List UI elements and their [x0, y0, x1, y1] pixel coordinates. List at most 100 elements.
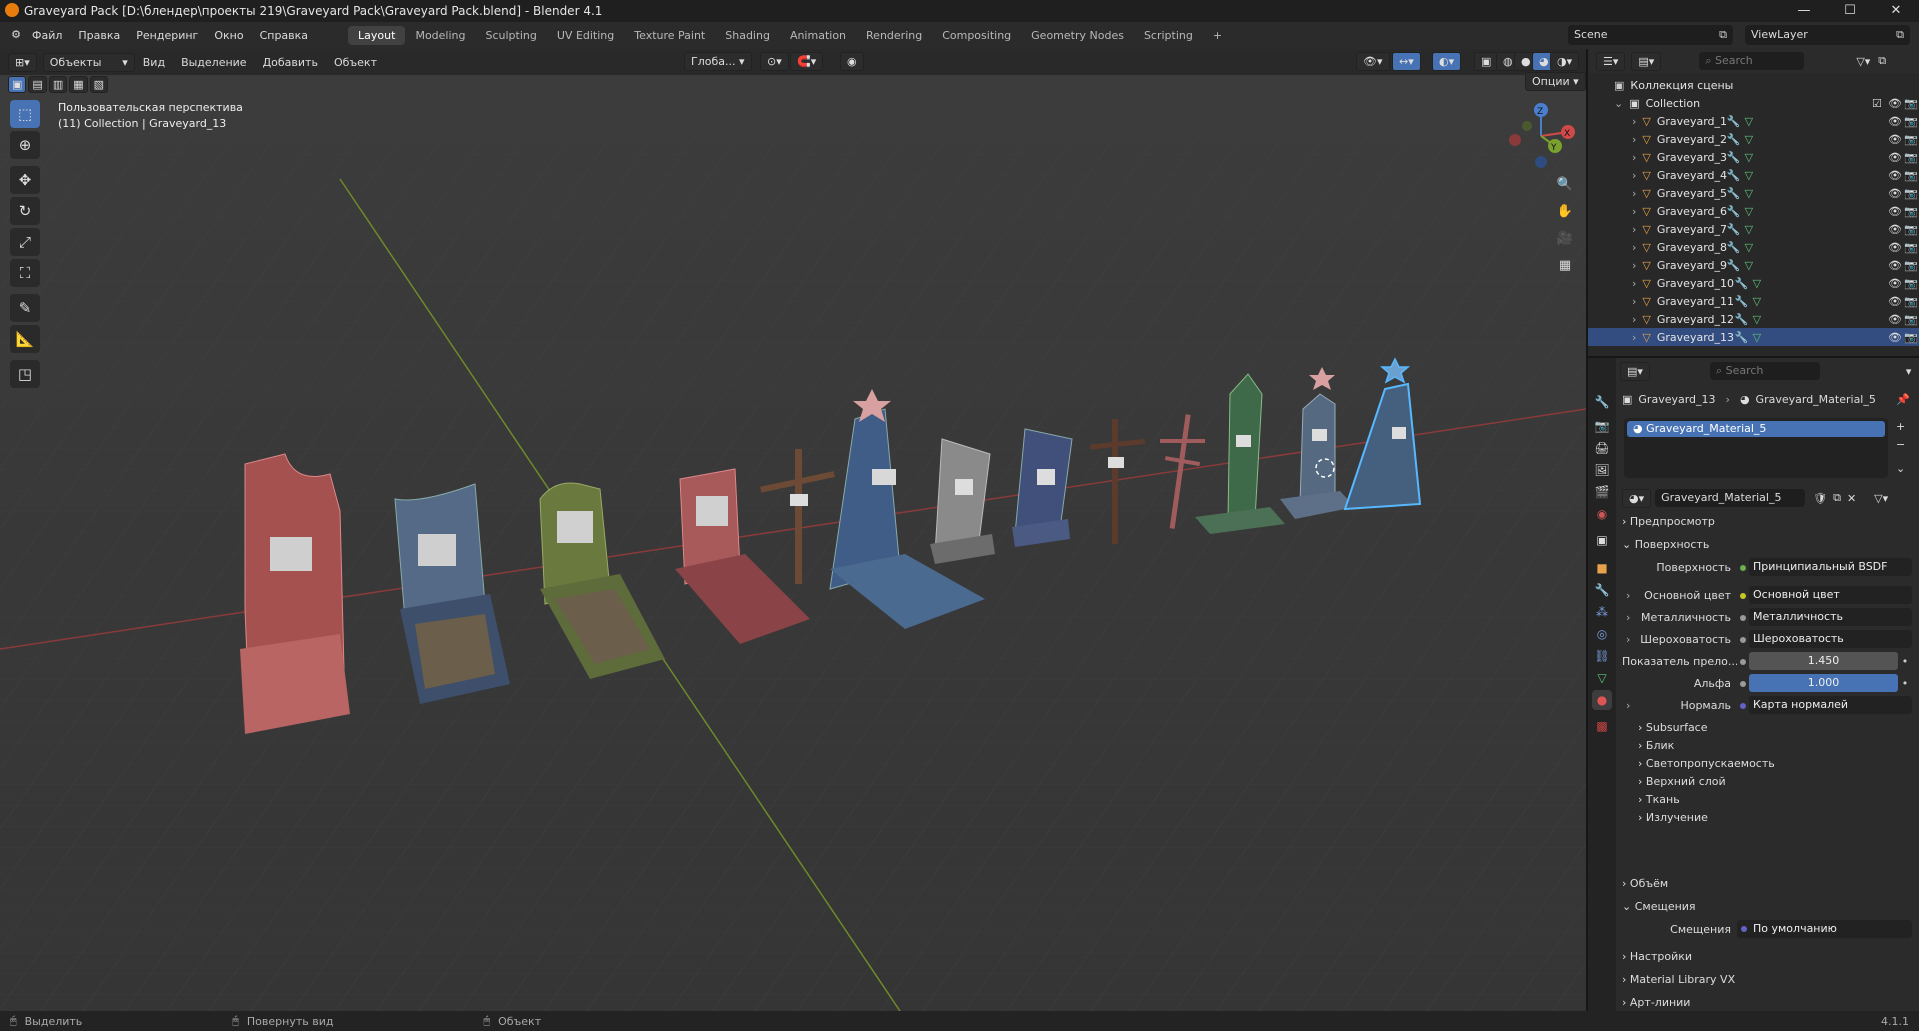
overlay-toggle-button[interactable]: ◐▾ — [1432, 52, 1462, 71]
camera-icon[interactable]: 📷 — [1904, 169, 1918, 182]
eye-icon[interactable]: 👁 — [1888, 205, 1902, 218]
eye-icon[interactable]: 👁 — [1888, 313, 1902, 326]
surface-section[interactable]: ⌄ Поверхность — [1622, 535, 1912, 555]
view-layer-tab-icon[interactable]: 🖼 — [1592, 460, 1612, 480]
modifier-wrench-icon[interactable]: 🔧 — [1735, 313, 1749, 326]
surface-property-row[interactable]: Поверхность Принципиальный BSDF — [1622, 557, 1912, 577]
modifier-wrench-icon[interactable]: 🔧 — [1735, 277, 1749, 290]
chevron-right-icon[interactable]: › — [1626, 589, 1630, 602]
camera-icon[interactable]: 📷 — [1904, 187, 1918, 200]
keyframe-dot-icon[interactable]: • — [1898, 677, 1912, 690]
transform-tool[interactable]: ⛶ — [10, 259, 40, 287]
modifier-wrench-icon[interactable]: 🔧 — [1727, 169, 1741, 182]
surface-property-row[interactable]: › Основной цвет Основной цвет — [1622, 585, 1912, 605]
tab-layout[interactable]: Layout — [348, 26, 406, 45]
collection-row[interactable]: ⌄ ▣ Collection ☑ 👁 📷 — [1588, 94, 1919, 112]
eye-icon[interactable]: 👁 — [1888, 331, 1902, 344]
new-collection-icon[interactable]: ⧉ — [1878, 54, 1886, 68]
snap-button[interactable]: 🧲▾ — [790, 52, 824, 71]
modifier-wrench-icon[interactable]: 🔧 — [1727, 241, 1741, 254]
surface-subpanel-header[interactable]: › Subsurface — [1638, 718, 1919, 738]
volume-section[interactable]: › Объём — [1622, 874, 1912, 894]
keyframe-dot-icon[interactable]: • — [1898, 655, 1912, 668]
expand-arrow-icon[interactable]: › — [1632, 151, 1636, 164]
mesh-data-icon[interactable]: ▽ — [1753, 313, 1761, 326]
tab-scripting[interactable]: Scripting — [1134, 26, 1203, 45]
mesh-data-icon[interactable]: ▽ — [1745, 133, 1753, 146]
outliner-object-row[interactable]: › ▽ Graveyard_11 🔧 ▽ 👁 📷 — [1588, 292, 1919, 310]
physics-tab-icon[interactable]: ◎ — [1592, 624, 1612, 644]
expand-arrow-icon[interactable]: › — [1632, 241, 1636, 254]
tab-rendering[interactable]: Rendering — [856, 26, 932, 45]
eye-icon[interactable]: 👁 — [1888, 133, 1902, 146]
modifier-wrench-icon[interactable]: 🔧 — [1727, 115, 1741, 128]
eye-icon[interactable]: 👁 — [1888, 115, 1902, 128]
select-invert-button[interactable]: ▦ — [69, 76, 88, 93]
gizmo-toggle-button[interactable]: ↔▾ — [1392, 52, 1421, 71]
surface-property-row[interactable]: › Нормаль Карта нормалей — [1622, 695, 1912, 715]
select-intersect-button[interactable]: ▧ — [89, 76, 109, 93]
camera-icon[interactable]: 📷 — [1904, 259, 1918, 272]
camera-icon[interactable]: 📷 — [1904, 133, 1918, 146]
texture-tab-icon[interactable]: ▩ — [1592, 716, 1612, 736]
mesh-data-icon[interactable]: ▽ — [1753, 277, 1761, 290]
view-layer-selector[interactable]: ViewLayer ⧉ — [1745, 25, 1910, 45]
material-tab-icon[interactable]: ● — [1592, 690, 1612, 710]
minimize-button[interactable]: — — [1781, 0, 1827, 22]
filter-icon[interactable]: ▽▾ — [1856, 55, 1870, 68]
surface-property-row[interactable]: Альфа 1.000 • — [1622, 673, 1912, 693]
add-cube-tool[interactable]: ◳ — [10, 360, 40, 388]
measure-tool[interactable]: 📐 — [10, 325, 40, 353]
checkbox-icon[interactable]: ☑ — [1872, 97, 1882, 110]
node-link-field[interactable]: Карта нормалей — [1749, 696, 1912, 714]
constraints-tab-icon[interactable]: ⛓ — [1592, 646, 1612, 666]
tab-uv-editing[interactable]: UV Editing — [547, 26, 624, 45]
mesh-data-icon[interactable]: ▽ — [1745, 169, 1753, 182]
surface-subpanel-header[interactable]: › Излучение — [1638, 808, 1919, 828]
world-tab-icon[interactable]: ◉ — [1592, 504, 1612, 524]
camera-icon[interactable]: 📷 — [1904, 241, 1918, 254]
outliner-object-row[interactable]: › ▽ Graveyard_2 🔧 ▽ 👁 📷 — [1588, 130, 1919, 148]
annotate-tool[interactable]: ✎ — [10, 294, 40, 322]
modifier-tab-icon[interactable]: 🔧 — [1592, 580, 1612, 600]
menu-render[interactable]: Рендеринг — [128, 29, 206, 42]
scene-tab-icon[interactable]: 🎬 — [1592, 482, 1612, 502]
outliner-object-row[interactable]: › ▽ Graveyard_4 🔧 ▽ 👁 📷 — [1588, 166, 1919, 184]
transform-orientation-selector[interactable]: Глоба... ▾ — [684, 52, 752, 71]
camera-icon[interactable]: 📷 — [1904, 205, 1918, 218]
select-box-tool[interactable]: ⬚ — [10, 100, 40, 128]
outliner-object-row[interactable]: › ▽ Graveyard_12 🔧 ▽ 👁 📷 — [1588, 310, 1919, 328]
rotate-tool[interactable]: ↻ — [10, 197, 40, 225]
select-new-button[interactable]: ▣ — [8, 76, 27, 93]
fake-user-icon[interactable]: 🛡 — [1813, 492, 1827, 505]
browse-material-button[interactable]: ◕▾ — [1622, 488, 1652, 508]
object-tab-icon[interactable]: ■ — [1592, 558, 1612, 578]
duplicate-icon[interactable]: ⧉ — [1833, 491, 1841, 505]
material-slot-list[interactable]: ◕ Graveyard_Material_5 — [1624, 418, 1888, 478]
expand-arrow-icon[interactable]: › — [1632, 223, 1636, 236]
expand-arrow-icon[interactable]: › — [1632, 331, 1636, 344]
camera-icon[interactable]: 📷 — [1904, 97, 1918, 110]
expand-arrow-icon[interactable]: › — [1632, 187, 1636, 200]
modifier-wrench-icon[interactable]: 🔧 — [1727, 187, 1741, 200]
number-field[interactable]: 1.000 — [1749, 674, 1898, 692]
viewport-menu-select[interactable]: Выделение — [173, 56, 255, 69]
modifier-wrench-icon[interactable]: 🔧 — [1727, 223, 1741, 236]
options-button[interactable]: Опции ▾ — [1525, 72, 1586, 91]
camera-icon[interactable]: 📷 — [1904, 151, 1918, 164]
pivot-point-button[interactable]: ⊙▾ — [760, 52, 789, 71]
mesh-data-icon[interactable]: ▽ — [1745, 205, 1753, 218]
outliner-object-row[interactable]: › ▽ Graveyard_6 🔧 ▽ 👁 📷 — [1588, 202, 1919, 220]
link-type-icon[interactable]: ▽▾ — [1874, 492, 1888, 505]
properties-editor-type-button[interactable]: ▤▾ — [1620, 361, 1650, 381]
maximize-button[interactable]: ☐ — [1827, 0, 1873, 22]
modifier-wrench-icon[interactable]: 🔧 — [1727, 133, 1741, 146]
select-subtract-button[interactable]: ▥ — [48, 76, 68, 93]
lineart-section[interactable]: › Арт-линии — [1622, 993, 1912, 1013]
tool-tab-icon[interactable]: 🔧 — [1592, 392, 1612, 412]
select-extend-button[interactable]: ▤ — [28, 76, 47, 93]
expand-arrow-icon[interactable]: › — [1632, 115, 1636, 128]
chevron-right-icon[interactable]: › — [1626, 611, 1630, 624]
outliner-object-row[interactable]: › ▽ Graveyard_10 🔧 ▽ 👁 📷 — [1588, 274, 1919, 292]
surface-property-row[interactable]: › Шероховатость Шероховатость — [1622, 629, 1912, 649]
